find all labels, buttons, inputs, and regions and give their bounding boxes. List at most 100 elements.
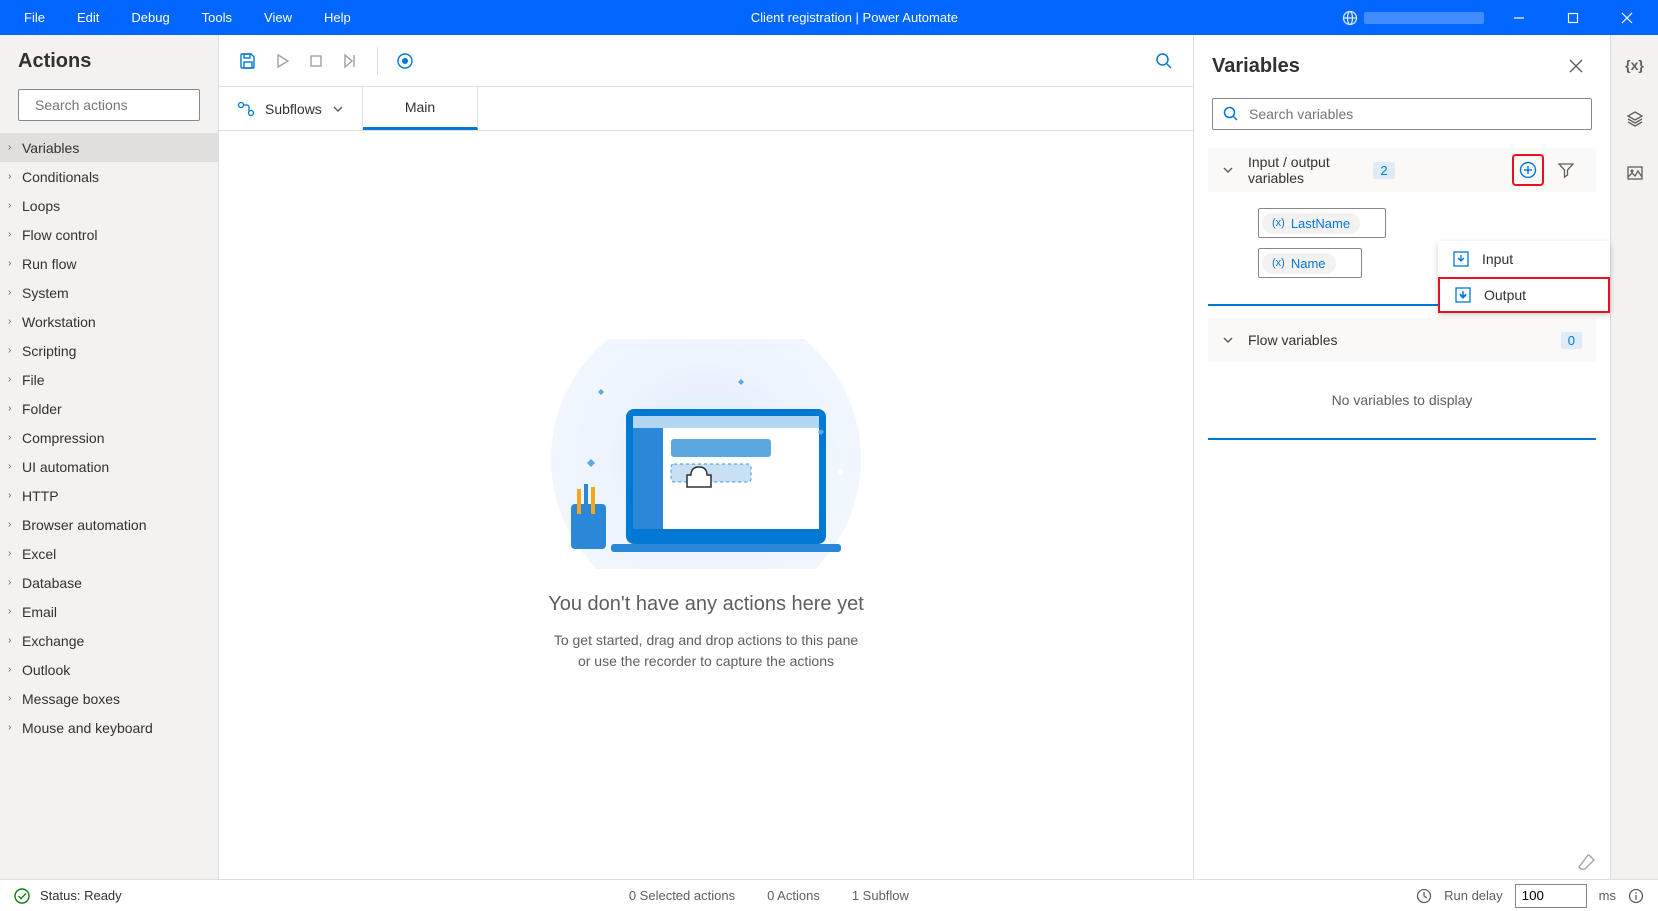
action-category-conditionals[interactable]: ›Conditionals <box>0 162 218 191</box>
action-category-message-boxes[interactable]: ›Message boxes <box>0 684 218 713</box>
actions-category-list[interactable]: ›Variables›Conditionals›Loops›Flow contr… <box>0 133 218 879</box>
variable-chip-name[interactable]: (x)Name <box>1258 248 1362 278</box>
chevron-right-icon: › <box>8 548 11 559</box>
variable-chip-lastname[interactable]: (x)LastName <box>1258 208 1386 238</box>
empty-state-subtitle: To get started, drag and drop actions to… <box>554 630 858 672</box>
action-category-browser-automation[interactable]: ›Browser automation <box>0 510 218 539</box>
save-button[interactable] <box>231 44 265 78</box>
subflows-dropdown[interactable]: Subflows <box>219 87 363 130</box>
action-category-compression[interactable]: ›Compression <box>0 423 218 452</box>
toolbar <box>219 35 1193 87</box>
chevron-right-icon: › <box>8 403 11 414</box>
menu-debug[interactable]: Debug <box>115 0 185 35</box>
action-category-flow-control[interactable]: ›Flow control <box>0 220 218 249</box>
action-category-http[interactable]: ›HTTP <box>0 481 218 510</box>
empty-state-title: You don't have any actions here yet <box>548 593 864 616</box>
actions-search-input[interactable] <box>35 97 216 113</box>
flow-canvas[interactable]: You don't have any actions here yet To g… <box>219 131 1193 879</box>
menu-help[interactable]: Help <box>308 0 367 35</box>
menu-edit[interactable]: Edit <box>61 0 115 35</box>
step-button[interactable] <box>333 44 367 78</box>
record-button[interactable] <box>388 44 422 78</box>
action-category-file[interactable]: ›File <box>0 365 218 394</box>
chevron-right-icon: › <box>8 200 11 211</box>
run-button[interactable] <box>265 44 299 78</box>
status-selected-actions: 0 Selected actions <box>629 888 735 903</box>
chevron-right-icon: › <box>8 490 11 501</box>
window-title: Client registration | Power Automate <box>367 10 1342 25</box>
action-category-system[interactable]: ›System <box>0 278 218 307</box>
popup-input-option[interactable]: Input <box>1438 241 1610 277</box>
actions-title: Actions <box>0 35 218 83</box>
flow-variables-title: Flow variables <box>1248 332 1553 348</box>
action-category-exchange[interactable]: ›Exchange <box>0 626 218 655</box>
status-bar: Status: Ready 0 Selected actions 0 Actio… <box>0 879 1658 911</box>
tab-main[interactable]: Main <box>363 87 478 130</box>
filter-variables-button[interactable] <box>1550 154 1582 186</box>
plus-circle-icon <box>1519 161 1537 179</box>
titlebar: File Edit Debug Tools View Help Client r… <box>0 0 1658 35</box>
clear-variables-button[interactable] <box>1578 853 1596 871</box>
info-icon[interactable] <box>1628 888 1644 904</box>
rail-variables-button[interactable]: {x} <box>1619 49 1651 81</box>
actions-search[interactable] <box>18 89 200 121</box>
search-icon <box>1223 106 1239 122</box>
add-variable-button[interactable] <box>1512 154 1544 186</box>
close-button[interactable] <box>1604 0 1650 35</box>
action-category-workstation[interactable]: ›Workstation <box>0 307 218 336</box>
run-delay-input[interactable] <box>1515 884 1587 908</box>
filter-icon <box>1558 162 1574 178</box>
variables-title: Variables <box>1212 55 1560 78</box>
chevron-right-icon: › <box>8 519 11 530</box>
chevron-right-icon: › <box>8 577 11 588</box>
status-actions-count: 0 Actions <box>767 888 820 903</box>
io-variables-header[interactable]: Input / output variables 2 <box>1208 148 1596 192</box>
check-circle-icon <box>14 888 30 904</box>
action-category-mouse-and-keyboard[interactable]: ›Mouse and keyboard <box>0 713 218 742</box>
minimize-button[interactable] <box>1496 0 1542 35</box>
subflows-label-text: Subflows <box>265 101 322 117</box>
chevron-right-icon: › <box>8 258 11 269</box>
flow-variables-section: Flow variables 0 No variables to display <box>1208 318 1596 440</box>
rail-images-button[interactable] <box>1619 157 1651 189</box>
flow-variables-header[interactable]: Flow variables 0 <box>1208 318 1596 362</box>
chevron-right-icon: › <box>8 693 11 704</box>
menu-file[interactable]: File <box>8 0 61 35</box>
action-category-excel[interactable]: ›Excel <box>0 539 218 568</box>
right-rail: {x} <box>1610 35 1658 879</box>
chevron-right-icon: › <box>8 635 11 646</box>
subflow-icon <box>237 100 255 118</box>
run-delay-label: Run delay <box>1444 888 1503 903</box>
action-category-database[interactable]: ›Database <box>0 568 218 597</box>
action-category-loops[interactable]: ›Loops <box>0 191 218 220</box>
action-category-outlook[interactable]: ›Outlook <box>0 655 218 684</box>
action-category-email[interactable]: ›Email <box>0 597 218 626</box>
search-flow-button[interactable] <box>1147 44 1181 78</box>
layers-icon <box>1626 110 1644 128</box>
menu-tools[interactable]: Tools <box>186 0 248 35</box>
ms-label: ms <box>1599 888 1616 903</box>
variables-search-input[interactable] <box>1249 106 1581 122</box>
environment-badge[interactable] <box>1342 10 1484 26</box>
clock-icon <box>1416 888 1432 904</box>
io-variables-count: 2 <box>1373 162 1394 179</box>
chevron-right-icon: › <box>8 606 11 617</box>
action-category-variables[interactable]: ›Variables <box>0 133 218 162</box>
chevron-down-icon <box>1222 164 1234 176</box>
action-category-folder[interactable]: ›Folder <box>0 394 218 423</box>
action-category-run-flow[interactable]: ›Run flow <box>0 249 218 278</box>
action-category-scripting[interactable]: ›Scripting <box>0 336 218 365</box>
variables-search[interactable] <box>1212 98 1592 130</box>
chevron-right-icon: › <box>8 432 11 443</box>
action-category-ui-automation[interactable]: ›UI automation <box>0 452 218 481</box>
variables-close-button[interactable] <box>1560 50 1592 82</box>
maximize-button[interactable] <box>1550 0 1596 35</box>
popup-output-option[interactable]: Output <box>1438 277 1610 313</box>
stop-button[interactable] <box>299 44 333 78</box>
chevron-down-icon <box>1222 334 1234 346</box>
eraser-icon <box>1578 853 1596 871</box>
subflow-tabs: Subflows Main <box>219 87 1193 131</box>
chevron-right-icon: › <box>8 722 11 733</box>
rail-ui-elements-button[interactable] <box>1619 103 1651 135</box>
menu-view[interactable]: View <box>248 0 308 35</box>
